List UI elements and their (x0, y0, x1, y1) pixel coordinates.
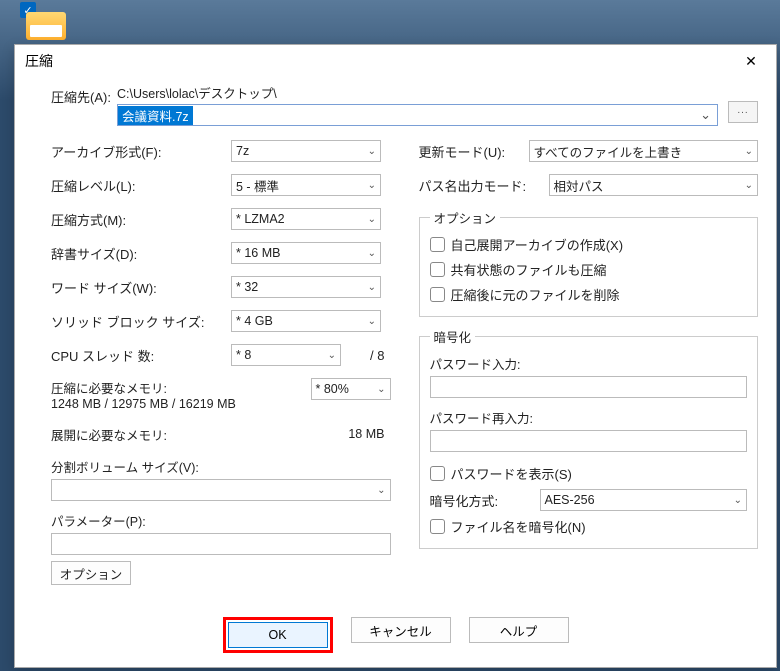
params-label: パラメーター(P): (51, 511, 391, 530)
enc-method-label: 暗号化方式: (430, 491, 540, 510)
word-label: ワード サイズ(W): (51, 278, 231, 297)
encnames-checkbox[interactable] (430, 519, 445, 534)
password2-input[interactable] (430, 430, 748, 452)
word-select[interactable]: * 32⌄ (231, 276, 381, 298)
split-select[interactable]: ⌄ (51, 479, 391, 501)
format-select[interactable]: 7z⌄ (231, 140, 381, 162)
method-select[interactable]: * LZMA2⌄ (231, 208, 381, 230)
browse-button[interactable]: ... (728, 101, 758, 123)
chevron-down-icon: ⌄ (734, 495, 742, 506)
chevron-down-icon: ⌄ (368, 146, 376, 157)
mem-decompress-value: 18 MB (348, 427, 390, 441)
archive-path-label: 圧縮先(A): (51, 83, 117, 106)
showpw-label: パスワードを表示(S) (451, 464, 572, 483)
chevron-down-icon: ⌄ (745, 180, 753, 191)
cancel-button[interactable]: キャンセル (351, 617, 451, 643)
compress-dialog: 圧縮 ✕ 圧縮先(A): C:\Users\lolac\デスクトップ\ 会議資料… (14, 44, 777, 668)
chevron-down-icon: ⌄ (328, 350, 336, 361)
chevron-down-icon: ⌄ (368, 180, 376, 191)
chevron-down-icon: ⌄ (368, 248, 376, 259)
options-fieldset: オプション 自己展開アーカイブの作成(X) 共有状態のファイルも圧縮 圧縮後に元… (419, 208, 759, 317)
dict-select[interactable]: * 16 MB⌄ (231, 242, 381, 264)
encryption-fieldset: 暗号化 パスワード入力: パスワード再入力: パスワードを表示(S) 暗号化方式… (419, 327, 759, 549)
options-button[interactable]: オプション (51, 561, 131, 585)
update-select[interactable]: すべてのファイルを上書き⌄ (529, 140, 759, 162)
threads-max: / 8 (370, 348, 390, 363)
encryption-legend: 暗号化 (430, 327, 476, 346)
password-input[interactable] (430, 376, 748, 398)
update-label: 更新モード(U): (419, 142, 529, 161)
chevron-down-icon: ⌄ (368, 282, 376, 293)
mem-decompress-label: 展開に必要なメモリ: (51, 425, 348, 444)
archive-dir-text: C:\Users\lolac\デスクトップ\ (117, 83, 718, 102)
pathmode-select[interactable]: 相対パス⌄ (549, 174, 759, 196)
threads-select[interactable]: * 8⌄ (231, 344, 341, 366)
chevron-down-icon: ⌄ (368, 316, 376, 327)
solid-label: ソリッド ブロック サイズ: (51, 312, 231, 331)
shared-label: 共有状態のファイルも圧縮 (451, 260, 607, 279)
delete-checkbox[interactable] (430, 287, 445, 302)
desktop-folder-icon[interactable]: ✓ (26, 4, 68, 40)
delete-label: 圧縮後に元のファイルを削除 (451, 285, 620, 304)
shared-checkbox[interactable] (430, 262, 445, 277)
solid-select[interactable]: * 4 GB⌄ (231, 310, 381, 332)
titlebar: 圧縮 ✕ (15, 45, 776, 77)
sfx-label: 自己展開アーカイブの作成(X) (451, 235, 624, 254)
archive-name-select[interactable]: 会議資料.7z ⌄ (117, 104, 718, 126)
dialog-buttons: OK キャンセル ヘルプ (15, 607, 776, 667)
level-label: 圧縮レベル(L): (51, 176, 231, 195)
dict-label: 辞書サイズ(D): (51, 244, 231, 263)
mem-compress-label: 圧縮に必要なメモリ: (51, 378, 311, 397)
enc-method-select[interactable]: AES-256⌄ (540, 489, 748, 511)
format-label: アーカイブ形式(F): (51, 142, 231, 161)
folder-icon (26, 12, 66, 40)
method-label: 圧縮方式(M): (51, 210, 231, 229)
options-legend: オプション (430, 208, 501, 227)
params-input[interactable] (51, 533, 391, 555)
level-select[interactable]: 5 - 標準⌄ (231, 174, 381, 196)
showpw-checkbox[interactable] (430, 466, 445, 481)
mem-compress-value: 1248 MB / 12975 MB / 16219 MB (51, 397, 311, 411)
dialog-title: 圧縮 (25, 51, 736, 71)
pathmode-label: パス名出力モード: (419, 176, 549, 195)
chevron-down-icon: ⌄ (368, 214, 376, 225)
sfx-checkbox[interactable] (430, 237, 445, 252)
chevron-down-icon: ⌄ (745, 146, 753, 157)
threads-label: CPU スレッド 数: (51, 346, 231, 365)
mem-pct-select[interactable]: * 80%⌄ (311, 378, 391, 400)
encnames-label: ファイル名を暗号化(N) (451, 517, 586, 536)
split-label: 分割ボリューム サイズ(V): (51, 457, 391, 476)
ok-button[interactable]: OK (228, 622, 328, 648)
ok-highlight: OK (223, 617, 333, 653)
chevron-down-icon: ⌄ (377, 384, 385, 395)
chevron-down-icon: ⌄ (694, 107, 717, 123)
archive-name-value: 会議資料.7z (118, 106, 193, 125)
help-button[interactable]: ヘルプ (469, 617, 569, 643)
password2-label: パスワード再入力: (430, 408, 748, 427)
password-label: パスワード入力: (430, 354, 748, 373)
chevron-down-icon: ⌄ (377, 485, 385, 496)
close-icon[interactable]: ✕ (736, 53, 766, 70)
